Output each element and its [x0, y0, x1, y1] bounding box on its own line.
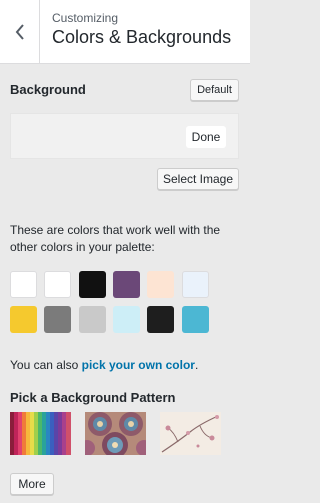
- more-patterns-button[interactable]: More: [10, 473, 54, 495]
- pick-own-color-link[interactable]: pick your own color: [82, 358, 195, 372]
- color-swatch[interactable]: [78, 306, 106, 333]
- breadcrumb: Customizing: [52, 11, 119, 25]
- own-color-prefix: You can also: [10, 358, 82, 372]
- select-image-button[interactable]: Select Image: [157, 168, 239, 190]
- pattern-section-title: Pick a Background Pattern: [10, 390, 176, 405]
- color-swatch[interactable]: [10, 271, 37, 298]
- default-button[interactable]: Default: [190, 79, 239, 101]
- back-button[interactable]: [0, 0, 40, 63]
- color-swatch[interactable]: [147, 306, 175, 333]
- own-color-suffix: .: [194, 358, 199, 372]
- color-swatch[interactable]: [181, 306, 209, 333]
- color-swatch[interactable]: [147, 271, 175, 298]
- color-swatch[interactable]: [181, 271, 209, 298]
- color-swatch[interactable]: [10, 306, 37, 333]
- color-swatch[interactable]: [112, 271, 140, 298]
- own-color-text: You can also pick your own color.: [10, 358, 198, 372]
- rainbow-stripes-pattern[interactable]: [10, 412, 71, 455]
- background-section-title: Background: [10, 82, 86, 97]
- palette-description: These are colors that work well with the…: [10, 223, 221, 254]
- color-swatch[interactable]: [78, 271, 106, 298]
- mandala-pattern[interactable]: [85, 412, 146, 455]
- customizer-header: Customizing Colors & Backgrounds: [0, 0, 250, 64]
- page-title: Colors & Backgrounds: [52, 27, 232, 47]
- done-button[interactable]: Done: [186, 126, 226, 148]
- color-swatch[interactable]: [44, 271, 72, 298]
- color-swatch[interactable]: [112, 306, 140, 333]
- color-swatch[interactable]: [44, 306, 72, 333]
- floral-branch-pattern[interactable]: [160, 412, 221, 455]
- chevron-left-icon: [15, 23, 24, 40]
